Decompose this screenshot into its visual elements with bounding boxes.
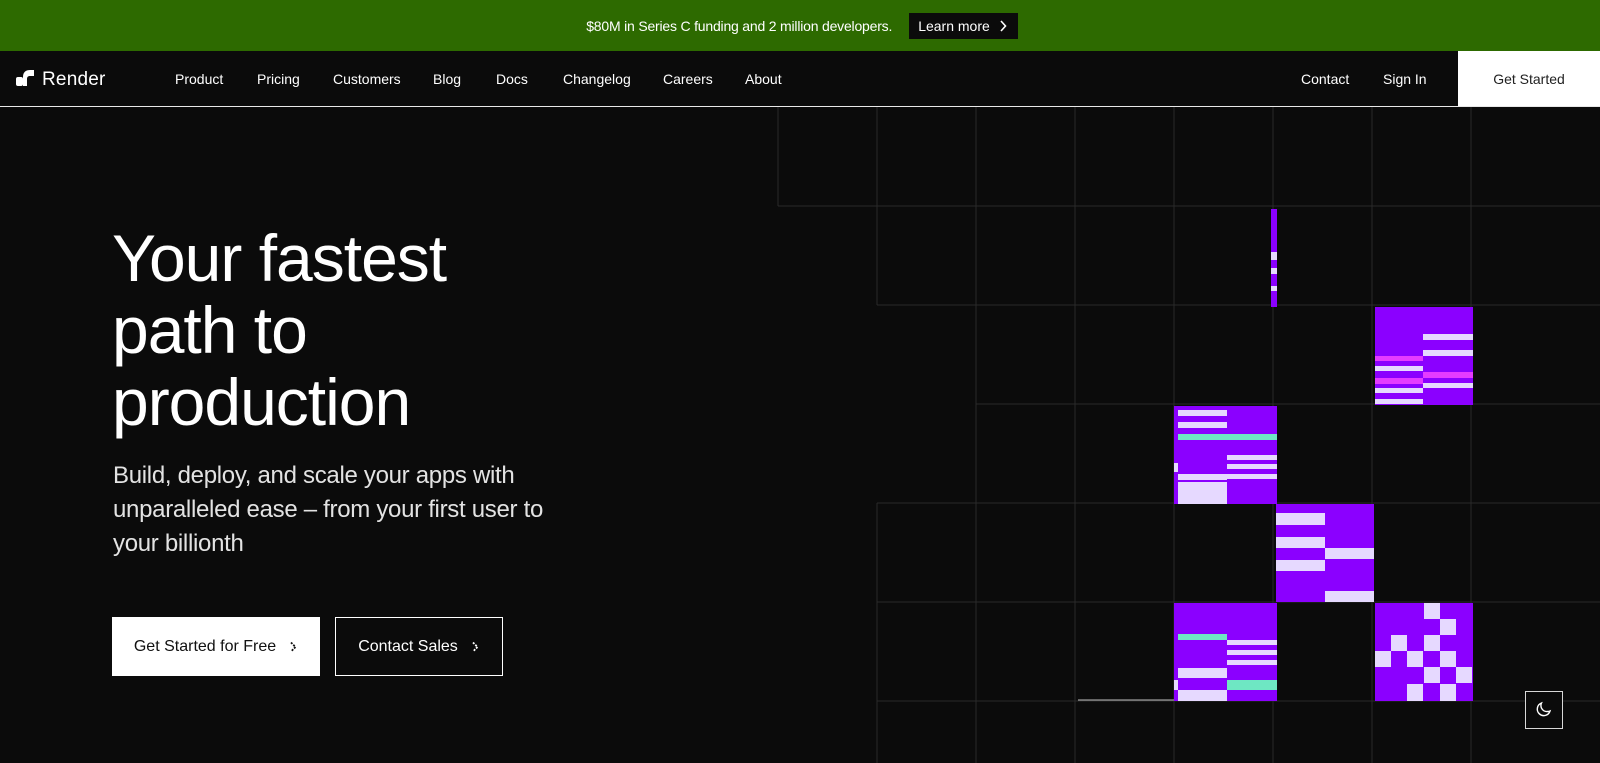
nav-item-product[interactable]: Product [175,51,223,106]
nav-item-docs[interactable]: Docs [496,51,528,106]
nav-item-about[interactable]: About [745,51,782,106]
hero-title-line-3: production [112,365,411,439]
logo-text: Render [42,68,106,90]
graphic-block-1 [1375,307,1473,405]
render-logo-icon [16,68,34,91]
chevron-right-icon [470,641,480,653]
nav-sign-in-link[interactable]: Sign In [1383,51,1427,106]
graphic-block-4 [1174,603,1277,701]
chevron-right-icon [998,19,1008,32]
contact-sales-label: Contact Sales [358,637,458,655]
theme-toggle-button[interactable] [1525,691,1563,729]
moon-icon [1535,700,1553,721]
top-navigation: Render Product Pricing Customers Blog Do… [0,51,1600,107]
graphic-strip [1271,209,1277,307]
hero-title-line-2: path to [112,293,308,367]
nav-contact-link[interactable]: Contact [1301,51,1349,106]
hero-subtitle: Build, deploy, and scale your apps with … [113,462,543,557]
graphic-block-5 [1375,603,1473,701]
hero-title: Your fastest path to production [112,221,447,439]
page: $80M in Series C funding and 2 million d… [0,0,1600,763]
hero-title-line-1: Your fastest [112,221,447,295]
learn-more-button[interactable]: Learn more [909,12,1018,39]
get-started-free-button[interactable]: Get Started for Free [112,617,320,676]
contact-sales-button[interactable]: Contact Sales [335,617,503,676]
graphic-block-2 [1174,406,1277,504]
nav-item-changelog[interactable]: Changelog [563,51,631,106]
get-started-free-label: Get Started for Free [133,637,277,655]
nav-item-blog[interactable]: Blog [433,51,461,106]
render-logo[interactable]: Render [16,68,106,91]
nav-item-pricing[interactable]: Pricing [257,51,300,106]
banner-text: $80M in Series C funding and 2 million d… [586,17,893,34]
chevron-right-icon [288,641,298,653]
announcement-banner: $80M in Series C funding and 2 million d… [0,0,1600,51]
graphic-block-3 [1276,504,1374,602]
learn-more-label: Learn more [918,17,990,34]
grid-lines [777,107,1600,763]
get-started-button[interactable]: Get Started [1458,51,1600,106]
nav-item-careers[interactable]: Careers [663,51,713,106]
nav-item-customers[interactable]: Customers [333,51,401,106]
